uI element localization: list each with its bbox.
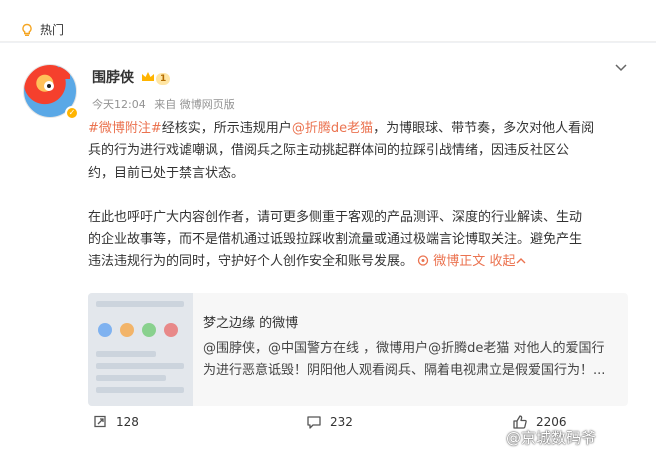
body-text-segment: 在此也呼吁广大内容创作者，请可更多侧重于客观的产品测评、深度的行业解读、生动 [88, 209, 583, 225]
comment-icon [307, 416, 321, 429]
body-text-segment: 约，目前已处于禁言状态。 [88, 165, 245, 181]
body-text-segment: 违法违规行为的同时，守护好个人创作安全和账号发展。 [88, 254, 414, 270]
full-text-link[interactable]: 微博正文 [417, 254, 489, 269]
repost-count: 128 [116, 415, 139, 429]
retweet-text-line: @围脖侠，@中国警方在线 ，微博用户@折腾de老猫 对他人的爱国行 [203, 341, 605, 356]
body-text-segment: 兵的行为进行戏谑嘲讽，借阅兵之际主动挑起群体间的拉踩引战情绪，因违反社区公 [88, 143, 570, 159]
hot-label[interactable]: 热门 [40, 22, 64, 38]
username[interactable]: 围脖侠 [92, 69, 134, 87]
post-body: #微博附注#经核实，所示违规用户@折腾de老猫，为博眼球、带节奏，多次对他人看阅… [88, 118, 636, 274]
post-meta: 今天12:04 来自 微博网页版 [92, 98, 240, 112]
body-text-segment: 的企业故事等，而不是借机通过诋毁拉踩收割流量或通过极端言论博取关注。避免产生 [88, 232, 583, 248]
body-text-segment: 经核实，所示违规用户 [161, 121, 292, 136]
retweet-title[interactable]: 梦之边缘 的微博 [203, 314, 298, 334]
bulb-icon [22, 23, 32, 37]
collapse-link[interactable]: 收起 [489, 254, 526, 269]
retweet-thumbnail[interactable] [88, 293, 193, 406]
retweet-card[interactable]: 梦之边缘 的微博 @围脖侠，@中国警方在线 ，微博用户@折腾de老猫 对他人的爱… [88, 293, 628, 406]
crown-icon[interactable] [140, 69, 156, 85]
like-count: 2206 [536, 415, 567, 429]
mention-link[interactable]: @折腾de老猫 [292, 121, 373, 136]
comment-count: 232 [330, 415, 353, 429]
topic-link[interactable]: #微博附注# [88, 121, 162, 136]
chevron-up-icon [516, 258, 526, 264]
verified-badge-icon: ✓ [65, 106, 79, 120]
watermark: @京城数码爷 [506, 429, 597, 447]
level-badge: 1 [156, 73, 171, 85]
weibo-logo-icon [418, 255, 429, 267]
retweet-text-line: 为进行恶意诋毁！阴阳他人观看阅兵、隔着电视肃立是假爱国行为！... [203, 363, 606, 378]
hot-section-header: 热门 [0, 0, 656, 42]
retweet-text: @围脖侠，@中国警方在线 ，微博用户@折腾de老猫 对他人的爱国行 为进行恶意诋… [203, 338, 613, 382]
post-time[interactable]: 今天12:04 [92, 98, 146, 111]
chevron-down-icon[interactable] [614, 63, 628, 73]
comment-button[interactable]: 232 [306, 414, 353, 430]
post-source: 来自 微博网页版 [154, 98, 235, 111]
body-text-segment: ，为博眼球、带节奏，多次对他人看阅 [373, 121, 595, 136]
repost-icon [94, 415, 106, 428]
repost-button[interactable]: 128 [92, 414, 139, 430]
weibo-post-card: ✓ 围脖侠 1 今天12:04 来自 微博网页版 #微博附注#经核实，所示违规用… [0, 43, 656, 458]
